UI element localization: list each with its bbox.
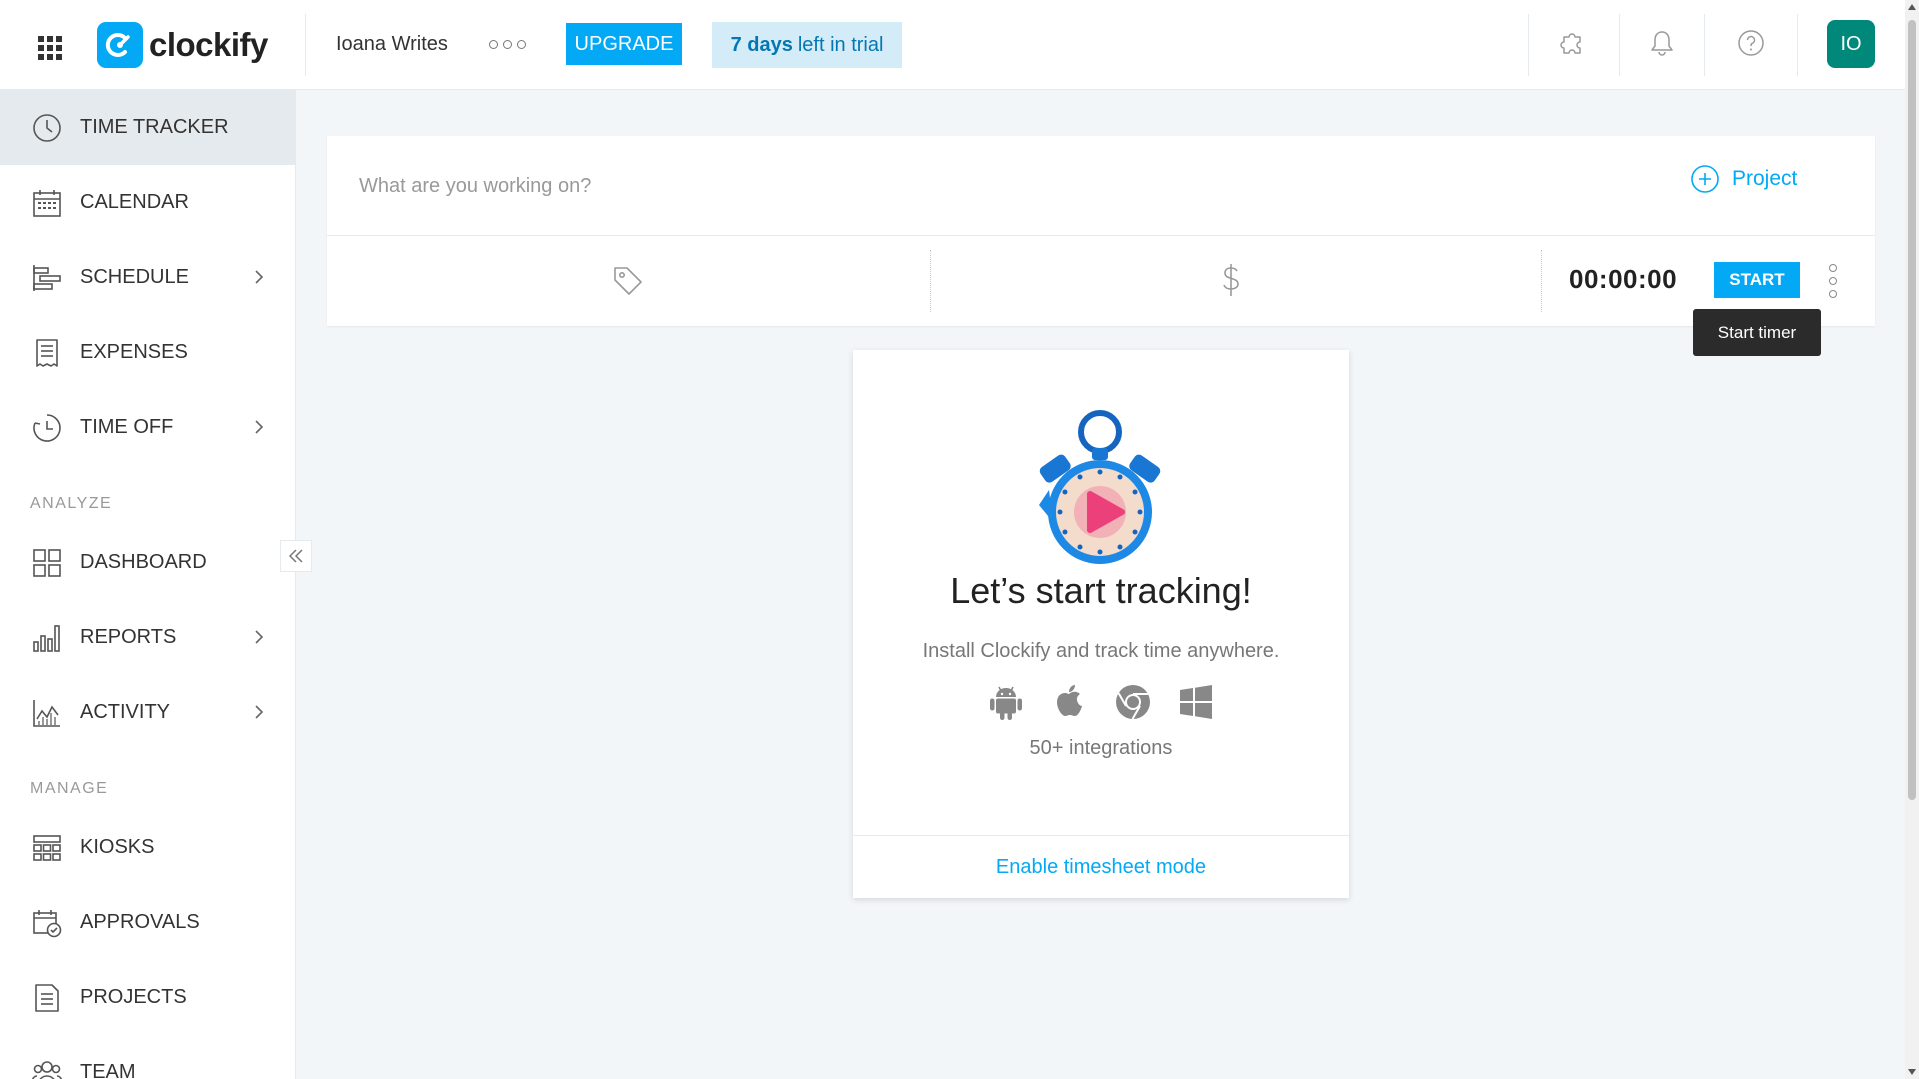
sidebar-item-label: DASHBOARD <box>80 551 207 573</box>
sidebar-item-kiosks[interactable]: KIOSKS <box>0 810 295 885</box>
sidebar-item-expenses[interactable]: EXPENSES <box>0 315 295 390</box>
header-divider <box>305 14 306 76</box>
platform-icons <box>986 680 1216 724</box>
stopwatch-icon <box>1039 410 1161 564</box>
section-label-manage: MANAGE <box>30 780 109 797</box>
schedule-icon <box>30 261 64 295</box>
start-button[interactable]: START <box>1714 262 1800 298</box>
plus-circle-icon <box>1691 165 1719 193</box>
puzzle-icon[interactable] <box>1556 26 1590 60</box>
clockify-logo[interactable]: clockify <box>97 22 268 68</box>
logo-text: clockify <box>149 26 268 63</box>
description-input[interactable] <box>359 164 1659 208</box>
trial-badge[interactable]: 7 days left in trial <box>712 22 902 68</box>
sidebar-item-label: REPORTS <box>80 626 177 648</box>
sidebar-item-approvals[interactable]: APPROVALS <box>0 885 295 960</box>
scroll-down-icon[interactable] <box>1908 1069 1916 1075</box>
empty-state-footer: Enable timesheet mode <box>853 835 1349 898</box>
time-entry-bar: Project 00:00:00 START <box>327 136 1875 326</box>
timer-display[interactable]: 00:00:00 <box>1569 264 1677 295</box>
row-divider <box>1541 250 1542 312</box>
apple-icon[interactable] <box>1049 682 1089 722</box>
enable-timesheet-mode-link[interactable]: Enable timesheet mode <box>996 856 1206 879</box>
scroll-up-icon[interactable] <box>1908 4 1916 10</box>
chrome-icon[interactable] <box>1113 682 1153 722</box>
add-project-button[interactable]: Project <box>1690 164 1797 194</box>
trial-days: 7 days <box>730 33 793 56</box>
windows-icon[interactable] <box>1176 682 1216 722</box>
sidebar-item-label: APPROVALS <box>80 911 200 933</box>
chevron-right-icon <box>255 420 264 434</box>
sidebar-item-label: PROJECTS <box>80 986 187 1008</box>
top-header: clockify Ioana Writes UPGRADE 7 days lef… <box>0 0 1905 90</box>
sidebar-item-label: TIME OFF <box>80 416 174 438</box>
upgrade-button[interactable]: UPGRADE <box>566 23 682 65</box>
page-scrollbar[interactable] <box>1905 0 1919 1079</box>
apps-grid-icon[interactable] <box>36 34 64 62</box>
header-divider <box>1619 14 1620 76</box>
empty-state-title: Let’s start tracking! <box>950 570 1252 611</box>
help-icon[interactable] <box>1734 26 1768 60</box>
bell-icon[interactable] <box>1645 26 1679 60</box>
team-icon <box>30 1056 64 1079</box>
start-timer-tooltip: Start timer <box>1693 309 1821 356</box>
sidebar-item-schedule[interactable]: SCHEDULE <box>0 240 295 315</box>
project-label: Project <box>1732 167 1798 190</box>
receipt-icon <box>30 336 64 370</box>
tag-icon[interactable] <box>611 264 645 298</box>
workspace-more-icon[interactable] <box>489 40 526 49</box>
sidebar-item-label: EXPENSES <box>80 341 188 363</box>
time-off-icon <box>30 411 64 445</box>
sidebar-item-label: TEAM <box>80 1061 136 1079</box>
integrations-link[interactable]: 50+ integrations <box>853 737 1349 760</box>
chevron-right-icon <box>255 630 264 644</box>
dashboard-icon <box>30 546 64 580</box>
sidebar-item-team[interactable]: TEAM <box>0 1035 295 1079</box>
sidebar-item-label: TIME TRACKER <box>80 116 229 138</box>
chevron-right-icon <box>255 270 264 284</box>
kiosk-icon <box>30 831 64 865</box>
sidebar-item-label: KIOSKS <box>80 836 155 858</box>
timer-controls-row: 00:00:00 START <box>327 235 1875 326</box>
collapse-sidebar-button[interactable] <box>280 540 312 572</box>
android-icon[interactable] <box>986 682 1026 722</box>
clock-icon <box>30 111 64 145</box>
more-options-icon[interactable] <box>1829 264 1837 298</box>
empty-state-card: Let’s start tracking! Install Clockify a… <box>853 350 1349 898</box>
sidebar-item-time-tracker[interactable]: TIME TRACKER <box>0 90 295 165</box>
sidebar-item-label: SCHEDULE <box>80 266 189 288</box>
sidebar-item-calendar[interactable]: CALENDAR <box>0 165 295 240</box>
avatar[interactable]: IO <box>1827 20 1875 68</box>
header-divider <box>1797 14 1798 76</box>
scroll-thumb[interactable] <box>1908 20 1916 800</box>
projects-icon <box>30 981 64 1015</box>
calendar-icon <box>30 186 64 220</box>
sidebar: TIME TRACKER CALENDAR SCHEDULE EXPENSES … <box>0 90 296 1079</box>
header-divider <box>1704 14 1705 76</box>
section-label-analyze: ANALYZE <box>30 495 113 512</box>
workspace-name[interactable]: Ioana Writes <box>336 33 448 56</box>
clockify-logo-icon <box>97 22 143 68</box>
dollar-icon[interactable] <box>1214 262 1248 298</box>
double-chevron-left-icon <box>288 549 303 563</box>
approvals-icon <box>30 906 64 940</box>
header-divider <box>1528 14 1529 76</box>
trial-text: left in trial <box>797 33 884 56</box>
sidebar-item-projects[interactable]: PROJECTS <box>0 960 295 1035</box>
empty-state-subtitle: Install Clockify and track time anywhere… <box>922 640 1280 662</box>
sidebar-item-time-off[interactable]: TIME OFF <box>0 390 295 465</box>
sidebar-item-dashboard[interactable]: DASHBOARD <box>0 525 295 600</box>
sidebar-item-reports[interactable]: REPORTS <box>0 600 295 675</box>
sidebar-item-activity[interactable]: ACTIVITY <box>0 675 295 750</box>
bar-chart-icon <box>30 621 64 655</box>
sidebar-item-label: CALENDAR <box>80 191 189 213</box>
row-divider <box>930 250 931 312</box>
activity-icon <box>30 696 64 730</box>
sidebar-item-label: ACTIVITY <box>80 701 171 723</box>
chevron-right-icon <box>255 705 264 719</box>
